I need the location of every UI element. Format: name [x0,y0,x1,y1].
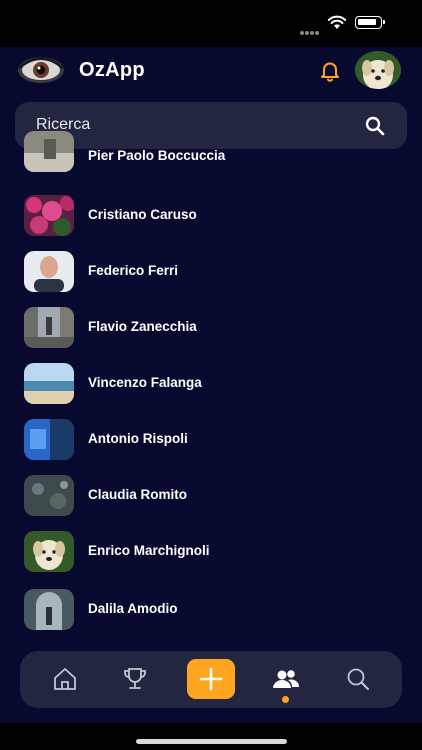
bottom-tab-bar [20,651,402,708]
trophy-icon[interactable] [121,665,149,693]
people-icon[interactable] [272,665,300,693]
contact-thumbnail [24,131,74,172]
active-tab-indicator [282,696,289,703]
contact-name: Claudia Romito [88,487,188,502]
contact-thumbnail [24,195,74,236]
contact-name: Vincenzo Falanga [88,375,202,390]
home-indicator[interactable] [136,739,287,744]
contact-name: Cristiano Caruso [88,207,197,222]
wifi-icon [327,15,347,29]
contact-thumbnail [24,307,74,348]
header: OzApp [0,47,422,97]
list-item[interactable]: Antonio Rispoli [0,419,422,467]
contact-name: Dalila Amodio [88,601,178,616]
home-indicator-area [0,723,422,750]
profile-avatar[interactable] [355,51,401,89]
contact-name: Antonio Rispoli [88,431,188,446]
battery-icon [355,16,385,29]
list-item[interactable]: Claudia Romito [0,475,422,523]
contact-thumbnail [24,419,74,460]
list-item[interactable]: Dalila Amodio [0,589,422,637]
plus-icon [199,667,223,691]
signal-dots-icon [300,22,322,35]
contact-thumbnail [24,475,74,516]
status-bar [0,0,422,47]
contact-thumbnail [24,363,74,404]
app-container: OzApp Ricerca Pier Paolo Boccuccia Crist… [0,47,422,723]
contact-name: Flavio Zanecchia [88,319,197,334]
contact-name: Pier Paolo Boccuccia [88,148,226,163]
notification-bell-icon[interactable] [318,59,342,83]
contact-thumbnail [24,251,74,292]
list-item[interactable]: Cristiano Caruso [0,195,422,243]
list-item[interactable]: Federico Ferri [0,251,422,299]
contact-thumbnail [24,531,74,572]
list-item[interactable]: Vincenzo Falanga [0,363,422,411]
contact-name: Federico Ferri [88,263,179,278]
phone-screen: OzApp Ricerca Pier Paolo Boccuccia Crist… [0,0,422,750]
list-item[interactable]: Enrico Marchignoli [0,531,422,579]
contact-thumbnail [24,589,74,630]
search-icon[interactable] [364,115,386,137]
search-icon[interactable] [344,665,372,693]
app-title: OzApp [79,59,145,81]
add-button[interactable] [187,659,235,699]
contact-name: Enrico Marchignoli [88,543,210,558]
eye-logo-icon [18,57,64,83]
contacts-list: Pier Paolo Boccuccia Cristiano Caruso Fe… [0,131,422,651]
list-item[interactable]: Pier Paolo Boccuccia [0,131,422,191]
list-item[interactable]: Flavio Zanecchia [0,307,422,355]
home-icon[interactable] [51,665,79,693]
